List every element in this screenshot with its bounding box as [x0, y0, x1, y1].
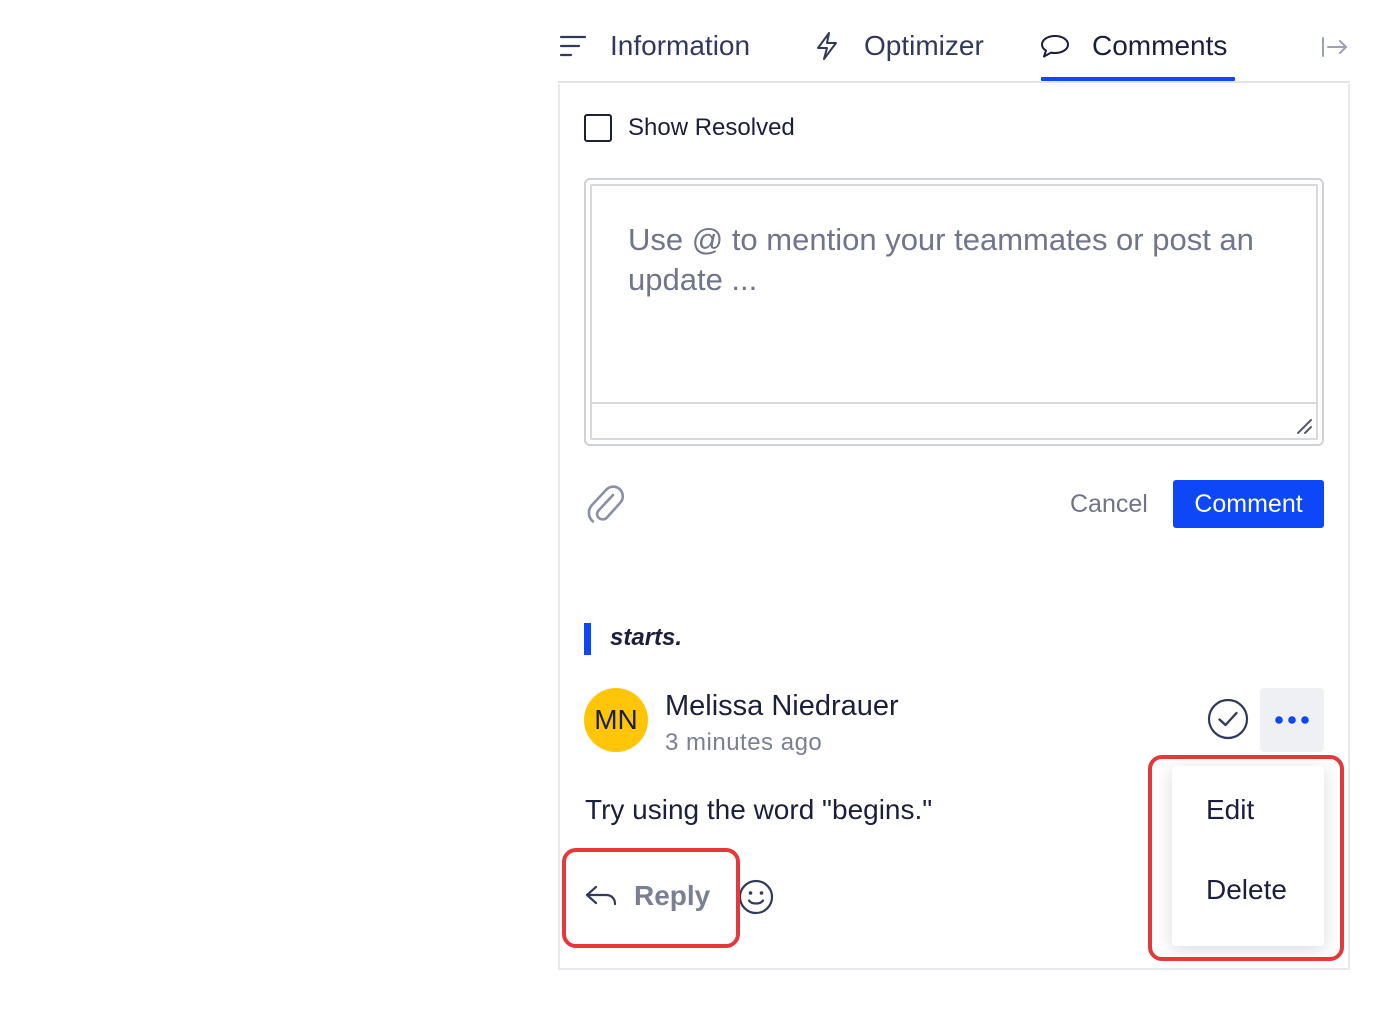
emoji-reaction-icon[interactable]	[738, 879, 774, 915]
paperclip-icon[interactable]	[586, 482, 626, 526]
tab-label: Comments	[1092, 30, 1228, 61]
speech-bubble-icon	[1040, 31, 1070, 61]
show-resolved-checkbox[interactable]	[584, 114, 612, 142]
composer-footer	[592, 402, 1316, 438]
ellipsis-icon	[1275, 716, 1309, 724]
lines-icon	[558, 31, 588, 61]
tab-optimizer[interactable]: Optimizer	[812, 26, 984, 66]
comment-textarea[interactable]: Use @ to mention your teammates or post …	[590, 184, 1318, 440]
panel-tabs: Information Optimizer Comments	[558, 0, 1350, 84]
show-resolved-label: Show Resolved	[628, 114, 795, 141]
tab-information[interactable]: Information	[558, 26, 750, 66]
collapse-panel-icon[interactable]	[1320, 32, 1350, 62]
comment-body: Try using the word "begins."	[585, 794, 933, 825]
composer-placeholder: Use @ to mention your teammates or post …	[628, 222, 1254, 297]
comment-submit-button[interactable]: Comment	[1173, 480, 1324, 528]
comment-timestamp: 3 minutes ago	[665, 729, 823, 756]
resolve-check-icon[interactable]	[1207, 698, 1249, 740]
quoted-text: starts.	[610, 624, 683, 651]
tabs-divider	[558, 81, 1350, 83]
tab-label: Information	[610, 30, 751, 61]
show-resolved-toggle[interactable]: Show Resolved	[584, 114, 795, 142]
highlight-reply	[562, 848, 740, 948]
quote-bar	[584, 623, 591, 655]
lightning-icon	[812, 31, 842, 61]
tab-label: Optimizer	[864, 30, 984, 61]
tab-comments[interactable]: Comments	[1040, 26, 1227, 66]
resize-handle-icon[interactable]	[1294, 416, 1314, 436]
comment-author: Melissa Niedrauer	[665, 690, 899, 722]
cancel-button[interactable]: Cancel	[1070, 484, 1148, 524]
more-options-button[interactable]	[1260, 688, 1324, 752]
avatar: MN	[584, 688, 648, 752]
highlight-menu	[1148, 755, 1344, 961]
comment-composer[interactable]: Use @ to mention your teammates or post …	[584, 178, 1324, 446]
